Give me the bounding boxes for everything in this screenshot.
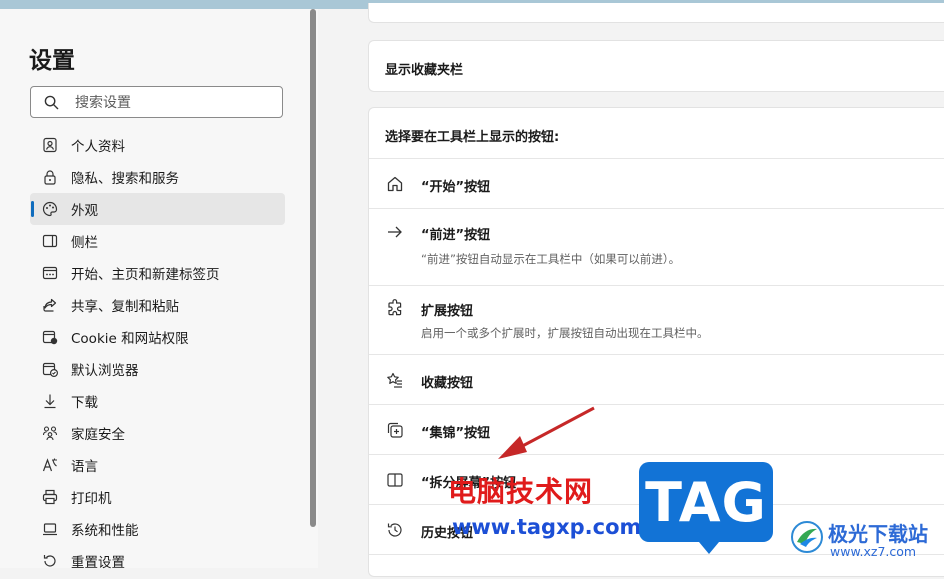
forward-arrow-icon [386, 223, 404, 241]
sidebar-item-privacy[interactable]: 隐私、搜索和服务 [30, 161, 285, 193]
sidebar-item-start-home[interactable]: 开始、主页和新建标签页 [30, 257, 285, 289]
lock-icon [42, 169, 58, 185]
search-icon [44, 95, 59, 110]
previous-settings-card [368, 3, 944, 23]
palette-icon [42, 201, 58, 217]
toolbar-row-forward[interactable]: “前进”按钮 “前进”按钮自动显示在工具栏中（如果可以前进）。 [369, 208, 944, 286]
sidebar-item-default-browser[interactable]: 默认浏览器 [30, 353, 285, 385]
toolbar-row-label: 收藏按钮 [421, 376, 474, 391]
sidebar-item-languages[interactable]: 语言 [30, 449, 285, 481]
toolbar-row-description: 启用一个或多个扩展时，扩展按钮自动出现在工具栏中。 [421, 326, 709, 340]
sidebar-item-system[interactable]: 系统和性能 [30, 513, 285, 545]
watermark-tag-text: TAG [645, 470, 767, 534]
settings-title: 设置 [29, 48, 75, 74]
toolbar-row-label: “集锦”按钮 [421, 426, 491, 441]
sidebar-item-reset[interactable]: 重置设置 [30, 545, 285, 577]
sidebar-item-label: 侧栏 [71, 235, 98, 251]
sidebar-item-label: 外观 [71, 203, 98, 219]
search-input[interactable] [73, 91, 277, 115]
history-icon [386, 521, 404, 539]
toolbar-row-label: “开始”按钮 [421, 180, 491, 195]
toolbar-row-home[interactable]: “开始”按钮 [369, 158, 944, 209]
sidebar-item-label: 开始、主页和新建标签页 [71, 267, 220, 283]
watermark-jg-url: www.xz7.com [830, 544, 917, 559]
browser-icon [42, 361, 58, 377]
collections-icon [386, 421, 404, 439]
watermark-site-name: 电脑技术网 [448, 475, 594, 508]
sidebar-icon [42, 233, 58, 249]
language-icon [42, 457, 58, 473]
toolbar-row-label: 扩展按钮 [421, 304, 474, 319]
sidebar-item-label: 默认浏览器 [71, 363, 139, 379]
watermark-tag-logo: TAG [639, 462, 773, 554]
toolbar-row-collections[interactable]: “集锦”按钮 [369, 404, 944, 455]
laptop-icon [42, 521, 58, 537]
home-icon [386, 175, 404, 193]
toolbar-row-extensions[interactable]: 扩展按钮 启用一个或多个扩展时，扩展按钮自动出现在工具栏中。 [369, 285, 944, 355]
watermark-jg-title: 极光下载站 [828, 522, 928, 546]
sidebar-item-label: Cookie 和网站权限 [71, 331, 189, 347]
toolbar-buttons-header: 选择要在工具栏上显示的按钮: [385, 130, 560, 145]
sidebar-item-label: 下载 [71, 395, 98, 411]
sidebar-item-label: 语言 [71, 459, 98, 475]
profile-icon [42, 137, 58, 153]
family-icon [42, 425, 58, 441]
sidebar-item-label: 重置设置 [71, 555, 125, 571]
search-settings-box[interactable] [30, 86, 283, 118]
sidebar-item-label: 共享、复制和粘贴 [71, 299, 179, 315]
reset-icon [42, 553, 58, 569]
share-icon [42, 297, 58, 313]
extensions-icon [386, 299, 404, 317]
split-screen-icon [386, 471, 404, 489]
sidebar-item-printers[interactable]: 打印机 [30, 481, 285, 513]
home-tab-icon [42, 265, 58, 281]
favorites-bar-setting[interactable]: 显示收藏夹栏 [368, 40, 944, 92]
sidebar-item-label: 个人资料 [71, 139, 125, 155]
sidebar-item-sidebar[interactable]: 侧栏 [30, 225, 285, 257]
appearance-settings-panel: 显示收藏夹栏 选择要在工具栏上显示的按钮: “开始”按钮 “前进”按钮 “前进”… [318, 3, 944, 577]
sidebar-item-profile[interactable]: 个人资料 [30, 129, 285, 161]
sidebar-item-label: 打印机 [71, 491, 112, 507]
sidebar-item-label: 家庭安全 [71, 427, 125, 443]
sidebar-scrollbar[interactable] [310, 9, 316, 527]
watermark-site-url: www.tagxp.com [452, 515, 642, 539]
sidebar-item-share[interactable]: 共享、复制和粘贴 [30, 289, 285, 321]
toolbar-row-description: “前进”按钮自动显示在工具栏中（如果可以前进）。 [421, 252, 681, 266]
jiguang-logo-icon [791, 521, 823, 553]
sidebar-item-family-safety[interactable]: 家庭安全 [30, 417, 285, 449]
sidebar-item-appearance[interactable]: 外观 [30, 193, 285, 225]
favorites-bar-label: 显示收藏夹栏 [385, 63, 464, 78]
favorites-icon [386, 371, 404, 389]
download-icon [42, 393, 58, 409]
watermark-jiguang: 极光下载站 www.xz7.com [790, 516, 940, 564]
sidebar-item-label: 系统和性能 [71, 523, 139, 539]
sidebar-item-downloads[interactable]: 下载 [30, 385, 285, 417]
settings-nav: 个人资料 隐私、搜索和服务 外观 侧栏 开始、主页和新建标签页 共享、复制和粘贴… [30, 129, 285, 577]
toolbar-row-label: “前进”按钮 [421, 228, 491, 243]
cookie-icon [42, 329, 58, 345]
toolbar-row-favorites[interactable]: 收藏按钮 [369, 354, 944, 405]
printer-icon [42, 489, 58, 505]
settings-sidebar: 设置 个人资料 隐私、搜索和服务 外观 [0, 9, 318, 571]
sidebar-item-cookies[interactable]: Cookie 和网站权限 [30, 321, 285, 353]
sidebar-item-label: 隐私、搜索和服务 [71, 171, 179, 187]
